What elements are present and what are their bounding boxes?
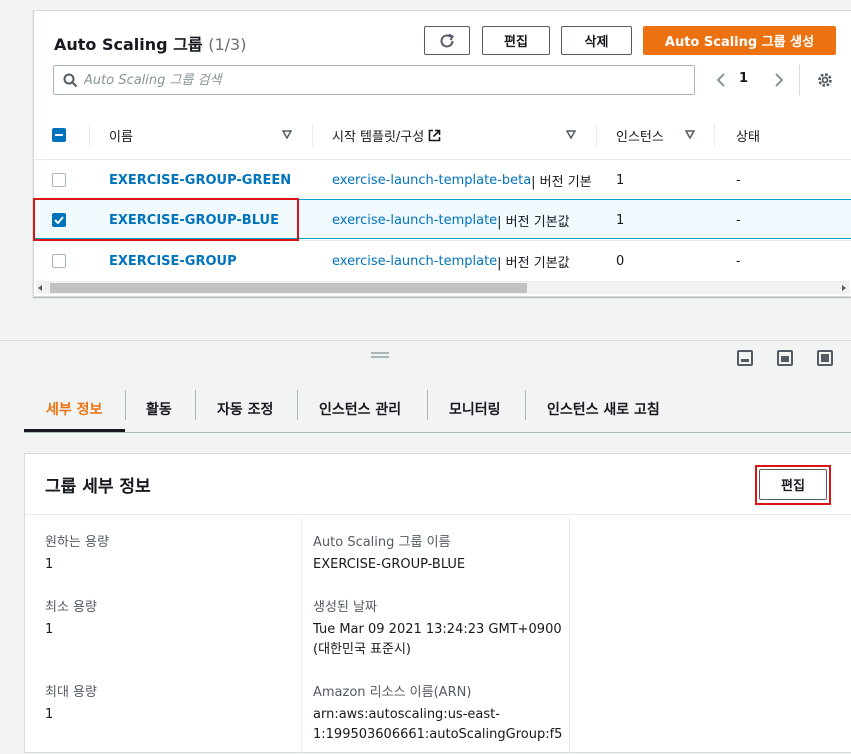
row-checkbox[interactable]: [52, 173, 66, 187]
edit-button[interactable]: 편집: [482, 26, 550, 55]
instances-count: 1: [616, 212, 625, 228]
min-capacity-value: 1: [45, 622, 54, 637]
external-link-icon: [428, 129, 441, 141]
launch-template-cell: exercise-launch-template | 버전 기본값: [332, 200, 598, 240]
template-version: | 버전 기본값: [497, 214, 570, 230]
sort-caret-icon[interactable]: [282, 130, 292, 139]
instances-count: 1: [616, 172, 625, 188]
template-version: | 버전 기본: [531, 174, 592, 190]
edit-highlight-box: [755, 465, 831, 505]
row-checkbox[interactable]: [52, 254, 66, 268]
sort-caret-icon[interactable]: [566, 130, 576, 139]
max-capacity-label: 최대 용량: [45, 685, 97, 700]
table-row[interactable]: EXERCISE-GROUP exercise-launch-template …: [34, 240, 851, 280]
selection-count: (1/3): [208, 35, 247, 54]
card-title: 그룹 세부 정보: [45, 477, 151, 497]
desired-capacity-label: 원하는 용량: [45, 535, 109, 550]
page-number[interactable]: 1: [739, 71, 748, 86]
auto-scaling-groups-panel: Auto Scaling 그룹 (1/3) 편집 삭제 Auto Scaling…: [33, 10, 851, 297]
column-divider: [312, 123, 313, 147]
panel-title: Auto Scaling 그룹 (1/3): [54, 31, 246, 55]
refresh-icon: [440, 33, 454, 47]
max-capacity-value: 1: [45, 707, 54, 722]
indeterminate-dash-icon: [55, 134, 63, 136]
instances-count: 0: [616, 253, 625, 269]
delete-button[interactable]: 삭제: [561, 26, 632, 55]
launch-template-link[interactable]: exercise-launch-template: [332, 254, 497, 269]
tab-details[interactable]: 세부 정보: [46, 386, 102, 432]
refresh-button[interactable]: [424, 26, 470, 55]
gear-icon: [818, 73, 832, 87]
group-name-link[interactable]: EXERCISE-GROUP-GREEN: [109, 160, 291, 200]
selection-highlight-box: [33, 198, 299, 241]
pagination-divider: [799, 65, 800, 95]
horizontal-scrollbar[interactable]: [36, 281, 850, 294]
tabs-bottom-border: [24, 432, 851, 433]
search-input[interactable]: [84, 66, 684, 94]
status-value: -: [736, 212, 741, 228]
create-auto-scaling-group-button[interactable]: Auto Scaling 그룹 생성: [643, 26, 836, 55]
tab-instance-management[interactable]: 인스턴스 관리: [319, 386, 401, 432]
status-value: -: [736, 253, 741, 269]
tab-monitoring[interactable]: 모니터링: [449, 386, 501, 432]
tab-activity[interactable]: 활동: [146, 386, 172, 432]
panel-full-icon[interactable]: [817, 350, 833, 366]
column-header-template[interactable]: 시작 템플릿/구성: [332, 111, 441, 159]
panel-title-text: Auto Scaling 그룹: [54, 35, 203, 54]
column-divider: [301, 518, 302, 754]
table-preferences-button[interactable]: [815, 70, 835, 90]
asg-name-label: Auto Scaling 그룹 이름: [313, 535, 451, 550]
asg-name-value: EXERCISE-GROUP-BLUE: [313, 557, 466, 572]
chevron-right-icon: [775, 73, 784, 87]
scrollbar-thumb[interactable]: [50, 283, 527, 293]
tab-divider: [427, 390, 428, 420]
status-value: -: [736, 172, 741, 188]
scroll-left-arrow-icon[interactable]: [38, 285, 42, 291]
tab-divider: [297, 390, 298, 420]
launch-template-cell: exercise-launch-template | 버전 기본값: [332, 241, 598, 281]
launch-template-cell: exercise-launch-template-beta | 버전 기본: [332, 160, 598, 200]
drag-handle-icon[interactable]: [371, 352, 389, 358]
arn-label: Amazon 리소스 이름(ARN): [313, 685, 472, 700]
launch-template-link[interactable]: exercise-launch-template: [332, 213, 497, 228]
group-name-link[interactable]: EXERCISE-GROUP: [109, 241, 237, 281]
arn-value-line2: 1:199503606661:autoScalingGroup:f5: [313, 727, 563, 742]
search-icon: [63, 73, 78, 88]
tab-instance-refresh[interactable]: 인스턴스 새로 고침: [547, 386, 660, 432]
sort-caret-icon[interactable]: [685, 130, 695, 139]
arn-value-line1: arn:aws:autoscaling:us-east-: [313, 707, 500, 722]
select-all-checkbox-cell[interactable]: [52, 111, 72, 159]
launch-template-link[interactable]: exercise-launch-template-beta: [332, 173, 531, 188]
scroll-right-arrow-icon[interactable]: [842, 285, 846, 291]
search-box[interactable]: [53, 65, 695, 95]
tab-automatic-scaling[interactable]: 자동 조정: [217, 386, 273, 432]
column-divider: [596, 123, 597, 147]
column-divider: [569, 518, 570, 754]
tab-divider: [125, 390, 126, 420]
created-date-value-line1: Tue Mar 09 2021 13:24:23 GMT+0900: [313, 622, 562, 637]
card-header-divider: [25, 514, 851, 515]
min-capacity-label: 최소 용량: [45, 600, 97, 615]
group-details-card: 그룹 세부 정보 편집 원하는 용량 1 최소 용량 1 최대 용량 1 Aut…: [24, 453, 851, 754]
column-header-status[interactable]: 상태: [736, 111, 760, 159]
chevron-left-icon: [716, 73, 725, 87]
split-panel-divider: [0, 340, 851, 341]
created-date-value-line2: (대한민국 표준시): [313, 642, 411, 657]
panel-bottom-icon[interactable]: [737, 350, 753, 366]
column-divider: [714, 123, 715, 147]
created-date-label: 생성된 날짜: [313, 600, 377, 615]
column-header-template-text: 시작 템플릿/구성: [332, 129, 425, 145]
column-header-name[interactable]: 이름: [109, 111, 133, 159]
column-header-instances[interactable]: 인스턴스: [616, 111, 664, 159]
select-all-checkbox[interactable]: [52, 128, 66, 142]
previous-page-button[interactable]: [710, 69, 732, 91]
tab-divider: [195, 390, 196, 420]
column-divider: [89, 123, 90, 147]
desired-capacity-value: 1: [45, 557, 54, 572]
template-version: | 버전 기본값: [497, 255, 570, 271]
table-row[interactable]: EXERCISE-GROUP-GREEN exercise-launch-tem…: [34, 159, 851, 199]
panel-half-icon[interactable]: [777, 350, 793, 366]
next-page-button[interactable]: [768, 69, 790, 91]
tab-divider: [525, 390, 526, 420]
